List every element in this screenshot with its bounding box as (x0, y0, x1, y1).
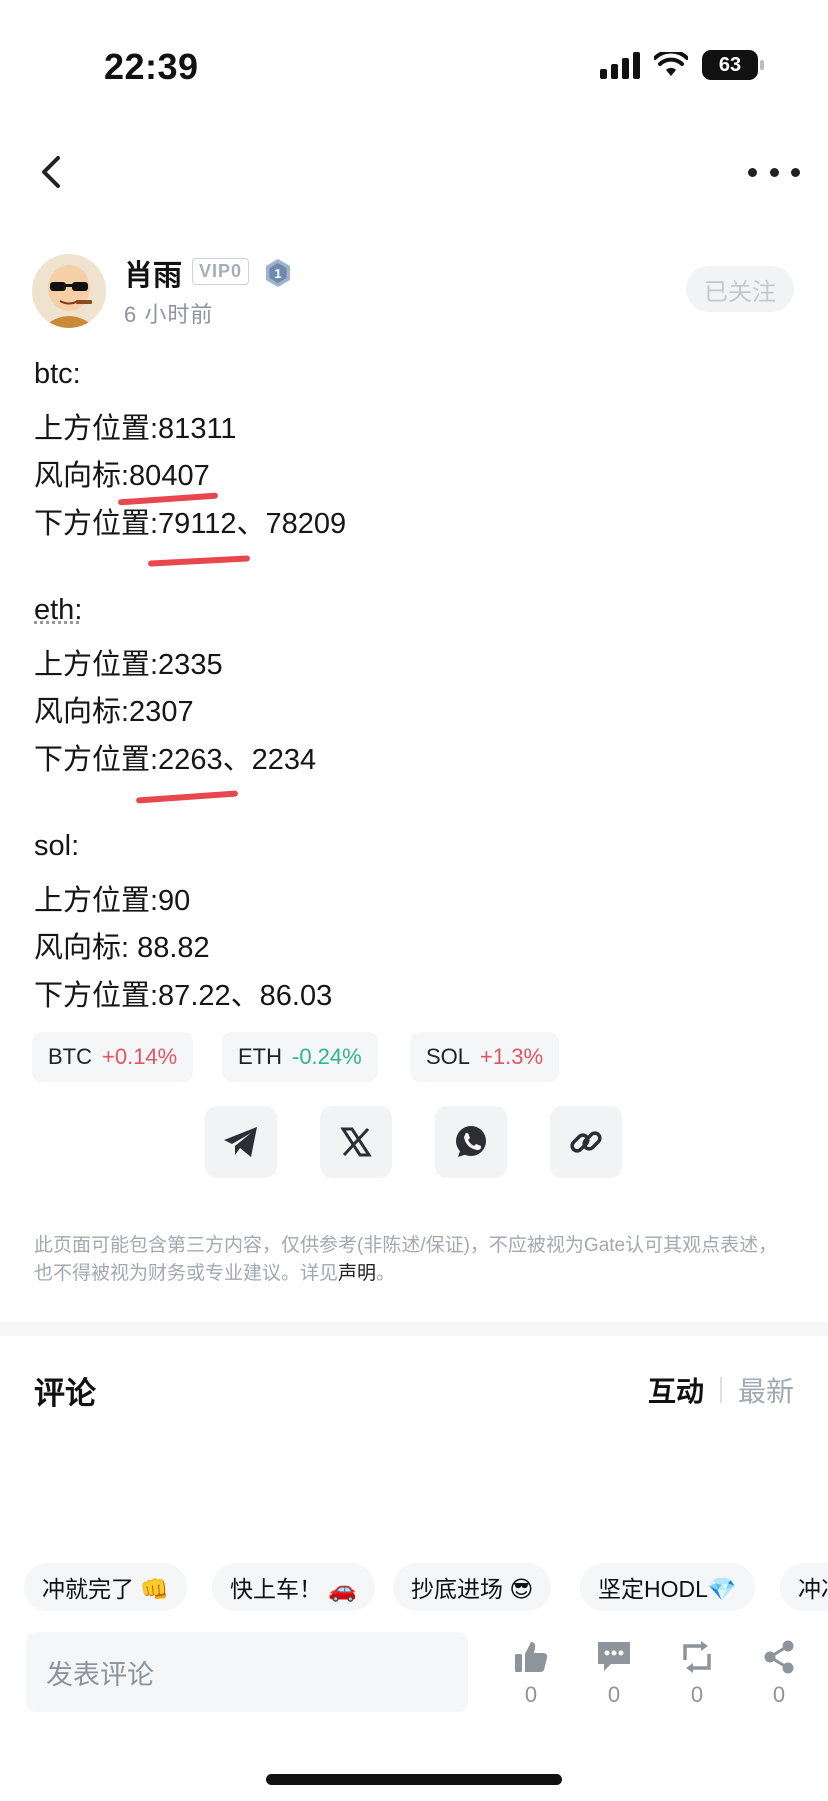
quick-reply-chip[interactable]: 坚定HODL💎 (580, 1563, 755, 1611)
section-divider (0, 1322, 828, 1336)
sort-tab-interactive[interactable]: 互动 (648, 1370, 704, 1410)
annotation-stroke (135, 790, 239, 804)
post-line: 下方位置:79112、78209 (34, 508, 347, 540)
comment-sort-tabs: 互动 最新 (648, 1370, 794, 1410)
post-line: 风向标:2307 (34, 696, 194, 728)
like-count: 0 (524, 1682, 538, 1707)
more-options-icon[interactable] (748, 160, 800, 184)
share-whatsapp-button[interactable] (435, 1106, 507, 1178)
ticker-symbol: BTC (48, 1044, 92, 1069)
level-badge-text: 1 (274, 266, 281, 281)
back-icon[interactable] (32, 150, 72, 194)
whatsapp-icon (456, 1126, 486, 1157)
vip-badge: VIP0 (192, 258, 250, 285)
annotation-stroke (147, 555, 251, 567)
post-line: btc: (34, 358, 81, 390)
disclaimer-link[interactable]: 声明 (338, 1263, 376, 1284)
ticker-symbol: ETH (238, 1044, 282, 1069)
comment-icon (598, 1642, 630, 1671)
thumbs-up-icon (515, 1642, 548, 1672)
share-count: 0 (772, 1682, 786, 1707)
ticker-change: +1.3% (480, 1044, 544, 1069)
like-button[interactable]: 0 (501, 1640, 561, 1708)
follow-button[interactable]: 已关注 (686, 266, 794, 312)
post-line: 下方位置:2263、2234 (34, 744, 317, 776)
ticker-eth[interactable]: ETH -0.24% (222, 1032, 378, 1082)
sort-tab-latest[interactable]: 最新 (738, 1370, 794, 1410)
disclaimer-text: 此页面可能包含第三方内容，仅供参考(非陈述/保证)，不应被视为Gate认可其观点… (34, 1235, 778, 1284)
wifi-icon (654, 52, 688, 76)
post-line: 上方位置:81311 (34, 413, 237, 445)
post-line: eth: (34, 594, 83, 626)
quick-reply-chip[interactable]: 冲冲冲 (780, 1563, 828, 1611)
cellular-signal-icon (600, 51, 640, 79)
ticker-change: +0.14% (102, 1044, 178, 1069)
post-detail-page: 22:39 63 肖雨 VIP0 1 6 小时前 已关注 btc: 上方位置:8… (0, 0, 828, 1801)
ticker-change: -0.24% (292, 1044, 362, 1069)
share-button[interactable]: 0 (749, 1640, 809, 1708)
post-line: sol: (34, 830, 80, 862)
quick-reply-chip[interactable]: 抄底进场 😎 (393, 1563, 552, 1611)
telegram-icon (224, 1127, 257, 1157)
post-line: 上方位置:90 (34, 885, 191, 917)
comments-title: 评论 (34, 1376, 96, 1411)
link-icon (570, 1131, 602, 1153)
repost-button[interactable]: 0 (667, 1640, 727, 1708)
home-indicator (266, 1774, 562, 1785)
post-line: 下方位置:87.22、86.03 (34, 980, 333, 1012)
quick-reply-chip[interactable]: 冲就完了 👊 (24, 1563, 188, 1611)
status-icons: 63 (600, 50, 764, 80)
post-line: 风向标: 88.82 (34, 932, 210, 964)
comment-input[interactable]: 发表评论 (26, 1632, 468, 1712)
avatar-image (32, 254, 106, 328)
post-line: 上方位置:2335 (34, 649, 223, 681)
share-icon (764, 1640, 794, 1674)
disclaimer: 此页面可能包含第三方内容，仅供参考(非陈述/保证)，不应被视为Gate认可其观点… (34, 1232, 794, 1288)
ticker-btc[interactable]: BTC +0.14% (32, 1032, 194, 1082)
share-link-button[interactable] (550, 1106, 622, 1178)
share-x-button[interactable] (320, 1106, 392, 1178)
comment-button[interactable]: 0 (584, 1640, 644, 1708)
disclaimer-end: 。 (376, 1263, 396, 1284)
quick-reply-chip[interactable]: 快上车！ 🚗 (212, 1563, 376, 1611)
author-name[interactable]: 肖雨 (124, 252, 182, 294)
repost-count: 0 (690, 1682, 704, 1707)
status-time: 22:39 (104, 46, 199, 87)
repost-icon (683, 1641, 711, 1673)
post-line: 风向标:80407 (34, 460, 210, 492)
avatar[interactable] (32, 254, 106, 328)
comment-count: 0 (607, 1682, 621, 1707)
ticker-symbol: SOL (426, 1044, 471, 1069)
post-time: 6 小时前 (124, 302, 214, 327)
level-badge-icon: 1 (266, 259, 290, 287)
share-telegram-button[interactable] (205, 1106, 277, 1178)
ticker-sol[interactable]: SOL +1.3% (410, 1032, 560, 1082)
sort-divider (719, 1377, 722, 1403)
x-icon (340, 1127, 372, 1157)
battery-icon: 63 (702, 50, 764, 80)
